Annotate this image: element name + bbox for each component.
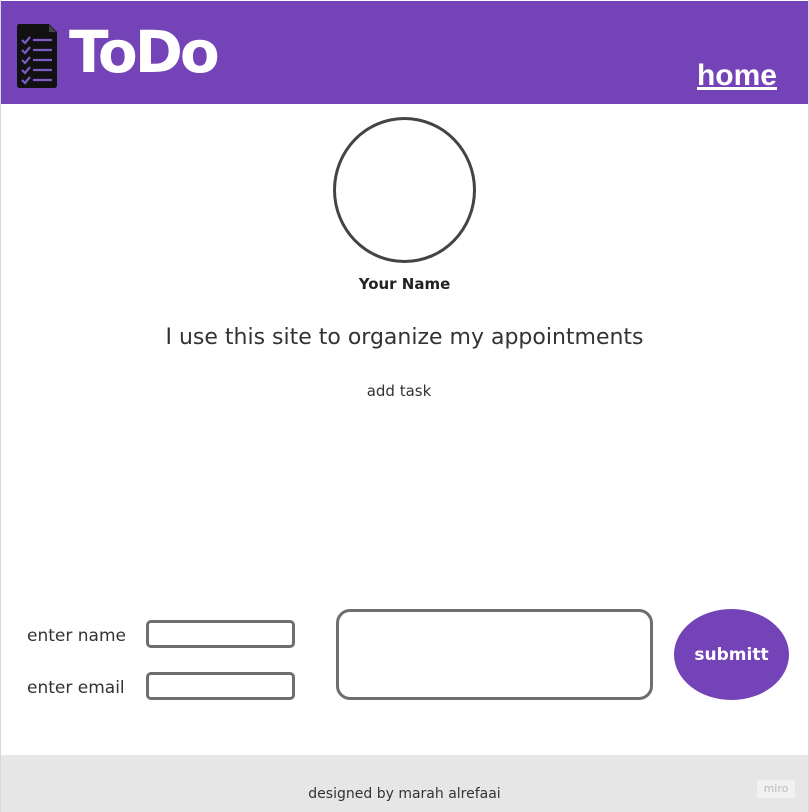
miro-badge: miro xyxy=(757,780,795,798)
top-header: ToDo home xyxy=(1,1,808,104)
footer: designed by marah alrefaai miro xyxy=(1,755,808,812)
checklist-document-icon xyxy=(17,24,57,88)
name-label: enter name xyxy=(27,626,126,646)
submit-button[interactable]: submitt xyxy=(674,609,789,700)
profile-bio: I use this site to organize my appointme… xyxy=(165,325,644,350)
task-textarea[interactable] xyxy=(336,609,653,700)
profile-name: Your Name xyxy=(358,275,451,293)
home-link[interactable]: home xyxy=(697,59,777,92)
avatar xyxy=(333,117,476,263)
add-task-heading: add task xyxy=(366,382,432,400)
logo-text: ToDo xyxy=(69,18,220,86)
email-input[interactable] xyxy=(146,672,295,700)
footer-credit: designed by marah alrefaai xyxy=(308,786,501,802)
name-input[interactable] xyxy=(146,620,295,648)
email-label: enter email xyxy=(27,678,125,698)
